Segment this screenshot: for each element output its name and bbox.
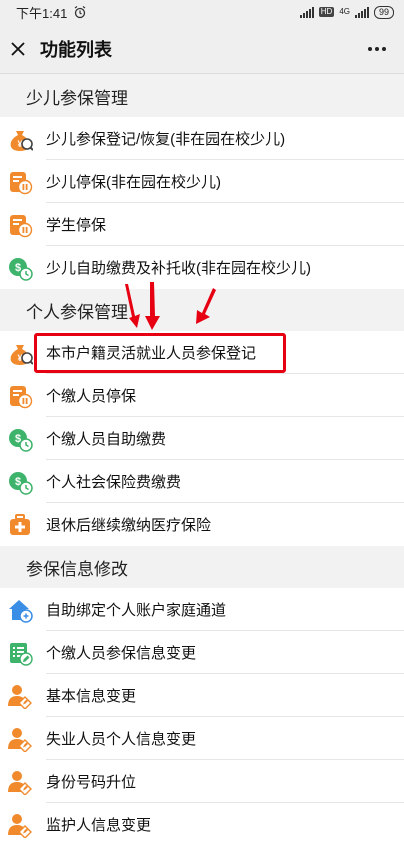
user-edit-icon [7,726,32,752]
list-item-label: 个缴人员参保信息变更 [46,645,197,662]
list-item-guardian-info-change[interactable]: 监护人信息变更 [0,803,404,846]
user-edit-icon [7,812,32,838]
list-item-label: 少儿参保登记/恢复(非在园在校少儿) [46,131,286,148]
money-bag-icon [9,129,33,152]
section-personal-insurance: 本市户籍灵活就业人员参保登记 个缴人员停保 个缴人员自助缴费 个人社会保险费缴费… [0,331,404,546]
list-item-label: 自助绑定个人账户家庭通道 [46,602,227,619]
user-edit-icon [7,769,32,795]
list-item-label: 少儿自助缴费及补托收(非在园在校少儿) [46,260,311,277]
status-time: 下午1:41 [16,5,68,21]
close-button[interactable] [3,34,33,64]
list-item-label: 监护人信息变更 [46,817,152,834]
list-item-individual-self-payment[interactable]: 个缴人员自助缴费 [0,417,404,460]
document-pause-icon [9,170,33,194]
section-info-modification: 自助绑定个人账户家庭通道 个缴人员参保信息变更 基本信息变更 失业人员个人信息变… [0,588,404,846]
hd-badge: HD [318,7,335,17]
section-header-personal-insurance: 个人参保管理 [0,289,404,331]
page-title: 功能列表 [40,39,112,60]
list-item-label: 个缴人员自助缴费 [46,431,167,448]
list-item-bind-family-account[interactable]: 自助绑定个人账户家庭通道 [0,588,404,631]
section-child-insurance: 少儿参保登记/恢复(非在园在校少儿) 少儿停保(非在园在校少儿) 学生停保 少儿… [0,117,404,289]
close-icon [11,41,25,56]
status-bar: 下午1:41 HD 4G 99 [0,0,404,24]
list-item-individual-stop[interactable]: 个缴人员停保 [0,374,404,417]
money-bag-icon [9,343,33,366]
list-item-label: 学生停保 [46,217,107,234]
dot-icon [368,46,372,51]
battery-icon: 99 [373,5,394,19]
list-item-id-upgrade[interactable]: 身份号码升位 [0,760,404,803]
signal-icon [299,6,314,18]
dot-icon [382,46,386,51]
alarm-icon [74,6,86,19]
home-link-icon [8,598,33,623]
list-item-flexible-employment-registration[interactable]: 本市户籍灵活就业人员参保登记 [0,331,404,374]
list-item-label: 个缴人员停保 [46,388,137,405]
coin-clock-icon [8,427,33,452]
list-item-label: 退休后继续缴纳医疗保险 [46,517,212,534]
medical-kit-icon [9,513,31,536]
list-item-label: 身份号码升位 [46,774,137,791]
list-item-social-insurance-payment[interactable]: 个人社会保险费缴费 [0,460,404,503]
edit-list-icon [9,641,33,666]
list-item-label: 个人社会保险费缴费 [46,474,182,491]
network-type: 4G [339,7,350,16]
list-item-retired-medical-insurance[interactable]: 退休后继续缴纳医疗保险 [0,503,404,546]
list-item-label: 本市户籍灵活就业人员参保登记 [46,345,257,362]
document-pause-icon [9,384,33,408]
more-options-button[interactable] [362,34,392,64]
list-item-child-stop[interactable]: 少儿停保(非在园在校少儿) [0,160,404,203]
list-item-basic-info-change[interactable]: 基本信息变更 [0,674,404,717]
list-item-label: 少儿停保(非在园在校少儿) [46,174,221,191]
dot-icon [375,46,379,51]
list-item-child-self-payment[interactable]: 少儿自助缴费及补托收(非在园在校少儿) [0,246,404,289]
section-header-info-modification: 参保信息修改 [0,546,404,588]
list-item-individual-info-change[interactable]: 个缴人员参保信息变更 [0,631,404,674]
coin-clock-icon [8,470,33,495]
section-header-child-insurance: 少儿参保管理 [0,75,404,117]
function-list: 少儿参保管理 少儿参保登记/恢复(非在园在校少儿) 少儿停保(非在园在校少儿) … [0,75,404,846]
document-pause-icon [9,213,33,237]
user-edit-icon [7,683,32,709]
list-item-child-registration[interactable]: 少儿参保登记/恢复(非在园在校少儿) [0,117,404,160]
list-item-unemployed-info-change[interactable]: 失业人员个人信息变更 [0,717,404,760]
coin-clock-icon [8,256,33,281]
list-item-student-stop[interactable]: 学生停保 [0,203,404,246]
list-item-label: 失业人员个人信息变更 [46,731,197,748]
list-item-label: 基本信息变更 [46,688,137,705]
title-bar: 功能列表 [0,24,404,74]
signal-icon-2 [354,6,369,18]
